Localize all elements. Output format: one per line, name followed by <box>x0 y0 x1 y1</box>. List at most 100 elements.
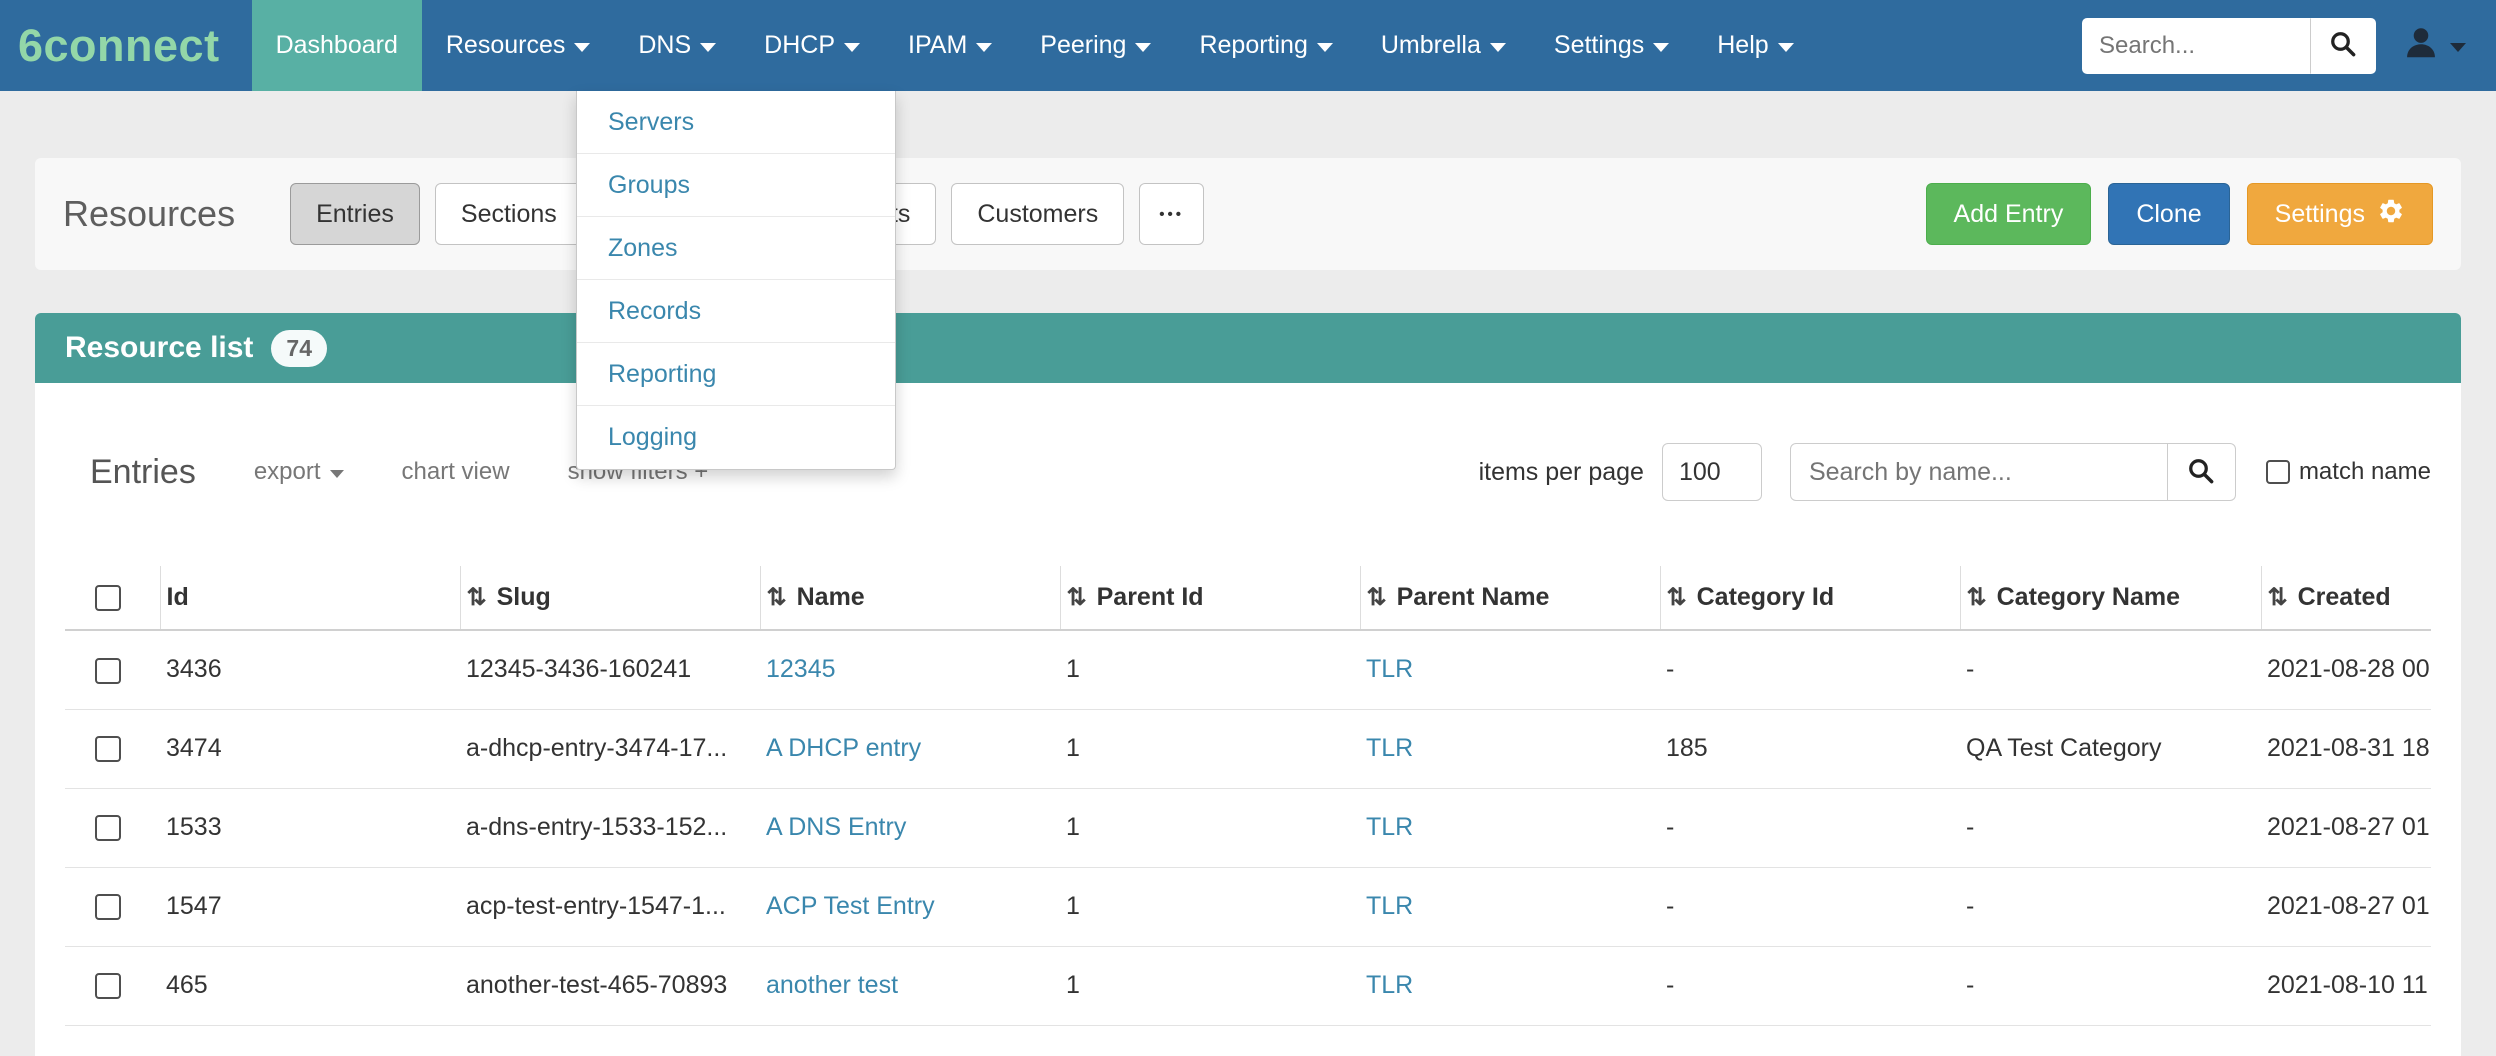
cell-id: 1547 <box>160 867 460 946</box>
cell-created: 2021-08-10 11 <box>2261 946 2431 1025</box>
col-slug-label[interactable]: Slug <box>497 583 551 611</box>
cell-category-id: - <box>1660 867 1960 946</box>
table-header-row: Id ⇅Slug ⇅Name ⇅Parent Id ⇅Parent Name ⇅… <box>65 566 2431 630</box>
clone-button[interactable]: Clone <box>2108 183 2229 245</box>
global-search <box>2082 18 2376 74</box>
sort-icon[interactable]: ⇅ <box>767 584 787 611</box>
sort-icon[interactable]: ⇅ <box>2268 584 2288 611</box>
row-checkbox[interactable] <box>95 973 121 999</box>
table-row: 3474 a-dhcp-entry-3474-17... A DHCP entr… <box>65 709 2431 788</box>
nav-help-label: Help <box>1717 31 1768 60</box>
cell-slug: acp-test-entry-1547-1... <box>460 867 760 946</box>
entry-name-link[interactable]: A DNS Entry <box>766 813 906 841</box>
user-menu[interactable] <box>2376 24 2496 67</box>
cell-category-id: - <box>1660 946 1960 1025</box>
main-content: Resources Entries Sections Categories Co… <box>35 158 2461 1056</box>
nav-umbrella[interactable]: Umbrella <box>1357 0 1530 91</box>
nav-ipam[interactable]: IPAM <box>884 0 1016 91</box>
page-title: Resources <box>63 193 235 235</box>
settings-button[interactable]: Settings <box>2247 183 2433 245</box>
cell-parent-id: 1 <box>1060 788 1360 867</box>
nav-dhcp-label: DHCP <box>764 31 835 60</box>
cell-parent-id: 1 <box>1060 709 1360 788</box>
row-checkbox[interactable] <box>95 815 121 841</box>
chevron-down-icon <box>330 470 344 478</box>
entry-name-link[interactable]: another test <box>766 971 898 999</box>
search-icon <box>2186 456 2216 489</box>
nav-dns[interactable]: DNS <box>614 0 740 91</box>
cell-parent-id: 1 <box>1060 867 1360 946</box>
dns-menu-logging[interactable]: Logging <box>577 406 895 469</box>
table-row: 3436 12345-3436-160241 12345 1 TLR - - 2… <box>65 630 2431 709</box>
col-category-id-label[interactable]: Category Id <box>1697 583 1835 611</box>
cell-id: 1533 <box>160 788 460 867</box>
tab-customers[interactable]: Customers <box>951 183 1124 245</box>
sort-icon[interactable]: ⇅ <box>1967 584 1987 611</box>
resource-list-header: Resource list 74 <box>35 313 2461 383</box>
chevron-down-icon <box>700 43 716 52</box>
parent-name-link[interactable]: TLR <box>1366 655 1413 683</box>
row-checkbox[interactable] <box>95 736 121 762</box>
dns-menu-reporting[interactable]: Reporting <box>577 343 895 406</box>
dns-menu-records[interactable]: Records <box>577 280 895 343</box>
items-per-page-input[interactable] <box>1662 443 1762 501</box>
nav-settings[interactable]: Settings <box>1530 0 1693 91</box>
nav-help[interactable]: Help <box>1693 0 1817 91</box>
col-created-label[interactable]: Created <box>2298 583 2391 611</box>
cell-slug: a-dns-entry-1533-152... <box>460 788 760 867</box>
row-checkbox[interactable] <box>95 894 121 920</box>
col-parent-name-label[interactable]: Parent Name <box>1397 583 1550 611</box>
entries-table: Id ⇅Slug ⇅Name ⇅Parent Id ⇅Parent Name ⇅… <box>65 566 2431 1026</box>
export-dropdown[interactable]: export <box>254 458 344 486</box>
sort-icon[interactable]: ⇅ <box>1067 584 1087 611</box>
nav-peering[interactable]: Peering <box>1016 0 1175 91</box>
dns-menu-zones[interactable]: Zones <box>577 217 895 280</box>
cell-parent-id: 1 <box>1060 630 1360 709</box>
export-label: export <box>254 458 321 486</box>
nav-resources[interactable]: Resources <box>422 0 615 91</box>
dns-menu-groups[interactable]: Groups <box>577 154 895 217</box>
nav-reporting-label: Reporting <box>1199 31 1307 60</box>
dns-menu-servers[interactable]: Servers <box>577 91 895 154</box>
parent-name-link[interactable]: TLR <box>1366 734 1413 762</box>
cell-created: 2021-08-28 00 <box>2261 630 2431 709</box>
col-parent-id-label[interactable]: Parent Id <box>1097 583 1204 611</box>
tabs-more-button[interactable]: ••• <box>1139 183 1204 245</box>
sort-icon[interactable]: ⇅ <box>467 584 487 611</box>
nav-dhcp[interactable]: DHCP <box>740 0 884 91</box>
search-by-name-button[interactable] <box>2168 443 2236 501</box>
parent-name-link[interactable]: TLR <box>1366 892 1413 920</box>
entry-name-link[interactable]: 12345 <box>766 655 836 683</box>
parent-name-link[interactable]: TLR <box>1366 971 1413 999</box>
cell-parent-id: 1 <box>1060 946 1360 1025</box>
global-search-button[interactable] <box>2310 18 2376 74</box>
entries-table-wrap: Id ⇅Slug ⇅Name ⇅Parent Id ⇅Parent Name ⇅… <box>65 566 2431 1026</box>
global-search-input[interactable] <box>2082 18 2310 74</box>
match-name-group: match name <box>2266 458 2431 486</box>
tab-sections[interactable]: Sections <box>435 183 583 245</box>
nav-dns-label: DNS <box>638 31 691 60</box>
search-by-name-input[interactable] <box>1790 443 2168 501</box>
chart-view-link[interactable]: chart view <box>402 458 510 486</box>
page-header-bar: Resources Entries Sections Categories Co… <box>35 158 2461 270</box>
nav-reporting[interactable]: Reporting <box>1175 0 1356 91</box>
resource-count-badge: 74 <box>271 330 327 367</box>
nav-peering-label: Peering <box>1040 31 1126 60</box>
table-row: 1547 acp-test-entry-1547-1... ACP Test E… <box>65 867 2431 946</box>
col-name-label[interactable]: Name <box>797 583 865 611</box>
col-category-name-label[interactable]: Category Name <box>1997 583 2180 611</box>
logo[interactable]: 6connect <box>18 20 220 72</box>
parent-name-link[interactable]: TLR <box>1366 813 1413 841</box>
add-entry-button[interactable]: Add Entry <box>1926 183 2092 245</box>
cell-slug: a-dhcp-entry-3474-17... <box>460 709 760 788</box>
sort-icon[interactable]: ⇅ <box>1367 584 1387 611</box>
row-checkbox[interactable] <box>95 658 121 684</box>
sort-icon[interactable]: ⇅ <box>1667 584 1687 611</box>
entry-name-link[interactable]: ACP Test Entry <box>766 892 935 920</box>
nav-dashboard[interactable]: Dashboard <box>252 0 422 91</box>
tab-entries[interactable]: Entries <box>290 183 420 245</box>
match-name-checkbox[interactable] <box>2266 460 2290 484</box>
select-all-checkbox[interactable] <box>95 585 121 611</box>
resource-list-body: Entries export chart view show filters +… <box>35 383 2461 1056</box>
entry-name-link[interactable]: A DHCP entry <box>766 734 921 762</box>
